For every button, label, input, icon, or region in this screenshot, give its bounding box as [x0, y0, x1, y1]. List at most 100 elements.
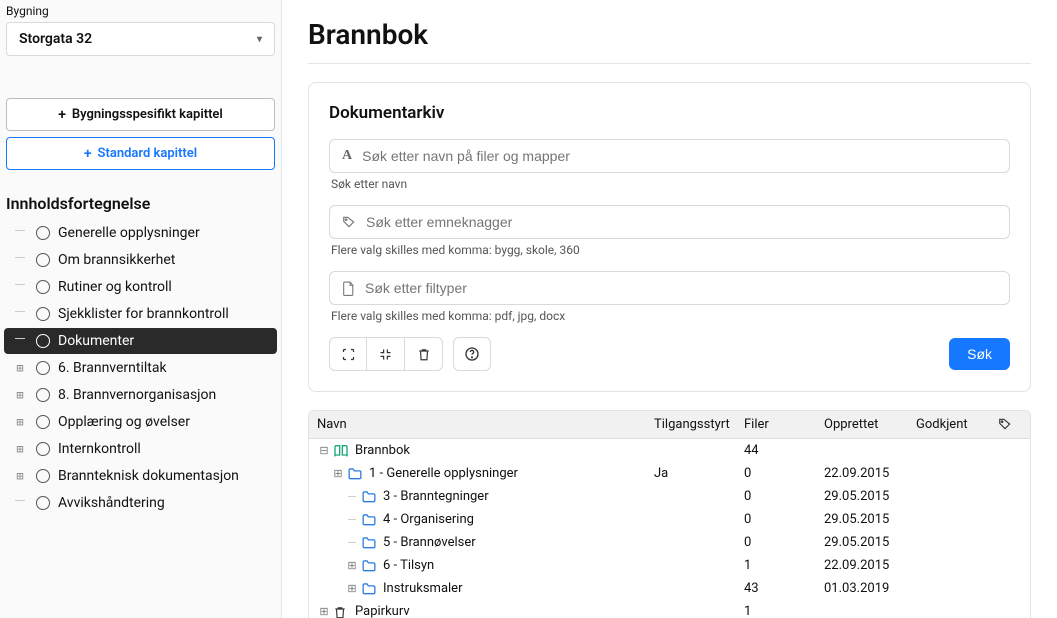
node-name: 3 - Branntegninger [383, 487, 646, 506]
tree-row[interactable]: ⊞6 - Tilsyn122.09.2015 [309, 554, 1030, 577]
tree-row[interactable]: ⊞Instruksmaler4301.03.2019 [309, 577, 1030, 600]
delete-button[interactable] [405, 337, 443, 371]
toc-item[interactable]: Generelle opplysninger [4, 220, 277, 246]
toc-item[interactable]: Om brannsikkerhet [4, 247, 277, 273]
toc-item[interactable]: ⊞8. Brannvernorganisasjon [4, 382, 277, 408]
col-access[interactable]: Tilgangsstyrt [646, 411, 736, 438]
cell-approved [908, 495, 990, 499]
cell-access [646, 495, 736, 499]
toc-item[interactable]: ⊞ Brannteknisk dokumentasjon [4, 463, 277, 489]
tree-row[interactable]: 3 - Branntegninger029.05.2015 [309, 485, 1030, 508]
toc-item[interactable]: ⊞Opplæring og øvelser [4, 409, 277, 435]
expand-icon[interactable]: ⊞ [345, 582, 359, 595]
expand-icon[interactable]: ⊞ [12, 415, 28, 429]
node-name: Instruksmaler [383, 579, 646, 598]
cell-files: 44 [736, 441, 816, 460]
tree-line-icon [345, 542, 359, 543]
col-files[interactable]: Filer [736, 411, 816, 438]
radio-icon [36, 415, 50, 429]
cell-created: 22.09.2015 [816, 556, 908, 575]
search-name-input[interactable] [362, 148, 997, 164]
cell-files: 1 [736, 556, 816, 575]
plus-icon: + [58, 108, 66, 122]
building-label: Bygning [0, 0, 281, 22]
expand-icon[interactable]: ⊞ [331, 467, 345, 480]
cell-files: 1 [736, 602, 816, 618]
cell-created: 29.05.2015 [816, 510, 908, 529]
building-value: Storgata 32 [19, 31, 92, 47]
cell-approved [908, 449, 990, 453]
collapse-icon[interactable]: ⊟ [317, 444, 331, 457]
cell-access [646, 564, 736, 568]
search-type-input[interactable] [365, 280, 997, 296]
expand-icon[interactable]: ⊞ [12, 361, 28, 375]
search-name-field[interactable]: A [329, 139, 1010, 173]
building-select[interactable]: Storgata 32 ▾ [6, 22, 275, 56]
tree-line-icon [345, 519, 359, 520]
add-standard-chapter-button[interactable]: + Standard kapittel [6, 137, 275, 170]
toc-item[interactable]: Avvikshåndtering [4, 490, 277, 516]
radio-icon [36, 334, 50, 348]
plus-icon: + [84, 147, 92, 161]
expand-all-button[interactable] [329, 337, 367, 371]
toc-item[interactable]: Dokumenter [4, 328, 277, 354]
cell-tag [990, 564, 1030, 568]
tree-row[interactable]: 4 - Organisering029.05.2015 [309, 508, 1030, 531]
file-icon [342, 281, 355, 296]
grid-body: ⊟Brannbok44⊞1 - Generelle opplysningerJa… [309, 439, 1030, 618]
cell-files: 0 [736, 464, 816, 483]
tree-line-icon [12, 307, 28, 321]
radio-icon [36, 253, 50, 267]
cell-access [646, 541, 736, 545]
toc-item[interactable]: Rutiner og kontroll [4, 274, 277, 300]
tree-line-icon [12, 496, 28, 510]
toc-title: Innholdsfortegnelse [0, 176, 281, 219]
col-approved[interactable]: Godkjent [908, 411, 990, 438]
cell-access [646, 587, 736, 591]
expand-icon[interactable]: ⊞ [12, 442, 28, 456]
toc-item[interactable]: ⊞6. Brannverntiltak [4, 355, 277, 381]
col-name[interactable]: Navn [309, 411, 646, 438]
cell-access: Ja [646, 464, 736, 483]
toc-item[interactable]: Sjekklister for brannkontroll [4, 301, 277, 327]
help-button[interactable] [453, 337, 491, 371]
expand-icon[interactable]: ⊞ [317, 605, 331, 618]
expand-icon[interactable]: ⊞ [345, 559, 359, 572]
col-created[interactable]: Opprettet [816, 411, 908, 438]
search-tag-field[interactable] [329, 205, 1010, 239]
cell-access [646, 610, 736, 614]
search-button[interactable]: Søk [949, 338, 1010, 370]
toc-item[interactable]: ⊞Internkontroll [4, 436, 277, 462]
trash-icon [333, 605, 349, 618]
grid-header: Navn Tilgangsstyrt Filer Opprettet Godkj… [309, 411, 1030, 439]
toc-item-label: Sjekklister for brannkontroll [58, 306, 229, 322]
folder-icon [361, 513, 377, 527]
cell-tag [990, 518, 1030, 522]
toc-item-label: Brannteknisk dokumentasjon [58, 468, 239, 484]
folder-icon [361, 536, 377, 550]
radio-icon [36, 442, 50, 456]
cell-created [816, 610, 908, 614]
cell-approved [908, 518, 990, 522]
collapse-all-button[interactable] [367, 337, 405, 371]
font-icon: A [342, 148, 352, 164]
node-name: 4 - Organisering [383, 510, 646, 529]
tree-row[interactable]: 5 - Brannøvelser029.05.2015 [309, 531, 1030, 554]
radio-icon [36, 226, 50, 240]
tree-row[interactable]: ⊞1 - Generelle opplysningerJa022.09.2015 [309, 462, 1030, 485]
search-type-field[interactable] [329, 271, 1010, 305]
radio-icon [36, 307, 50, 321]
search-name-hint: Søk etter navn [329, 177, 1010, 191]
node-name: 5 - Brannøvelser [383, 533, 646, 552]
add-building-chapter-button[interactable]: + Bygningsspesifikt kapittel [6, 98, 275, 131]
expand-icon[interactable]: ⊞ [12, 469, 28, 483]
tree-row[interactable]: ⊟Brannbok44 [309, 439, 1030, 462]
search-tag-input[interactable] [366, 214, 997, 230]
col-tag-icon[interactable] [990, 411, 1030, 438]
tree-line-icon [12, 334, 28, 348]
expand-icon[interactable]: ⊞ [12, 388, 28, 402]
cell-approved [908, 564, 990, 568]
tree-row[interactable]: ⊞Papirkurv1 [309, 600, 1030, 618]
cell-files: 43 [736, 579, 816, 598]
folder-icon [361, 490, 377, 504]
